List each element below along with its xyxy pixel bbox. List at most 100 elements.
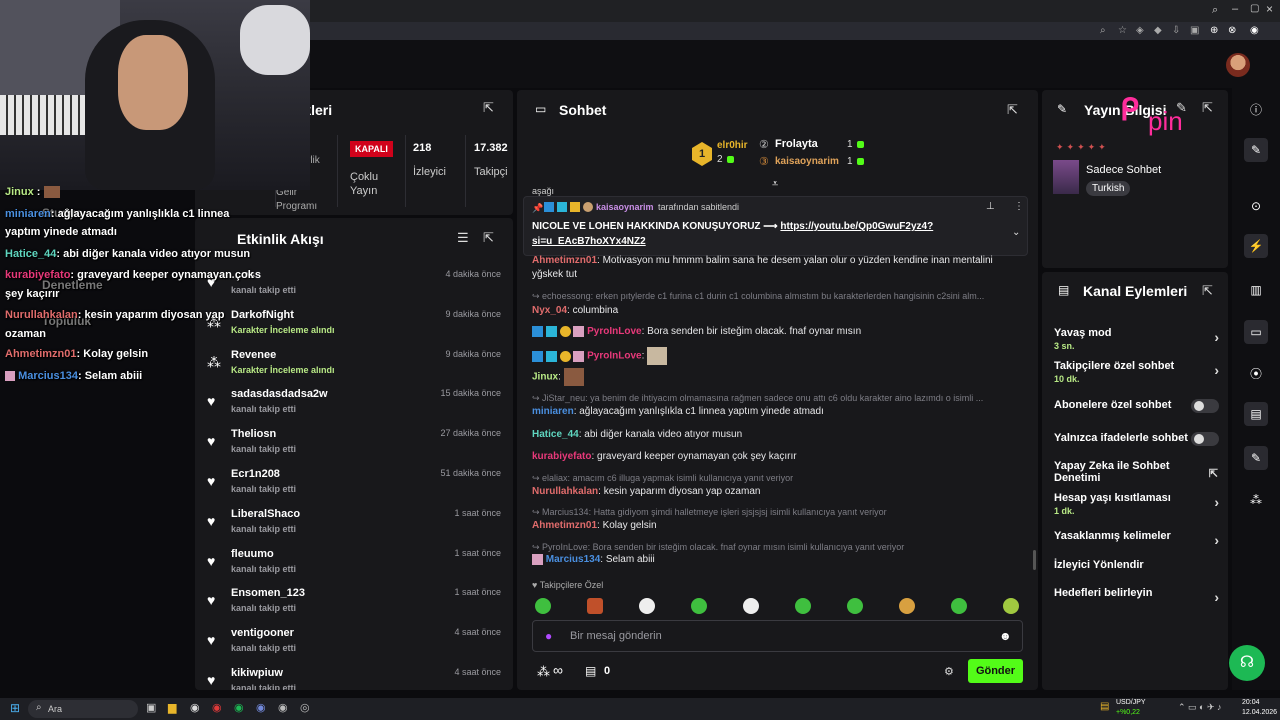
emote-only-toggle[interactable]	[1191, 432, 1219, 446]
broadcast-icon[interactable]: ⦿	[1244, 362, 1268, 386]
emote-icon[interactable]	[951, 598, 967, 614]
emote-icon[interactable]	[847, 598, 863, 614]
goals-item[interactable]: Hedefleri belirleyin ›	[1054, 587, 1219, 605]
emote-icon[interactable]	[639, 598, 655, 614]
chat-username[interactable]: Ahmetimzn01	[532, 255, 597, 266]
chat-username[interactable]: Jinux	[532, 372, 558, 383]
edit-icon[interactable]: ✎	[1244, 138, 1268, 162]
banned-words-item[interactable]: Yasaklanmış kelimeler ›	[1054, 530, 1219, 548]
popout-icon[interactable]: ⇱	[483, 230, 494, 246]
popout-icon[interactable]: ⇱	[1202, 100, 1213, 116]
chat-username[interactable]: Hatice_44	[532, 429, 579, 440]
extension-icon[interactable]: ⊕	[1210, 25, 1218, 36]
emote-icon[interactable]	[795, 598, 811, 614]
chat-icon[interactable]: ▭	[1244, 320, 1268, 344]
chat-username[interactable]: Nyx_04	[532, 305, 567, 316]
maximize-icon[interactable]: ▢	[1250, 3, 1259, 14]
spotify-icon[interactable]: ◉	[234, 701, 244, 714]
search-icon[interactable]: ⌕	[1212, 4, 1218, 17]
community-icon[interactable]: ⁂	[1244, 488, 1268, 512]
chat-username[interactable]: Ahmetimzn01	[532, 520, 597, 531]
activity-username[interactable]: Ensomen_123	[231, 587, 305, 599]
wrench-icon[interactable]: ✎	[1244, 446, 1268, 470]
scrollbar[interactable]	[1033, 550, 1036, 570]
subscribers-only-toggle[interactable]	[1191, 399, 1219, 413]
bookmark-icon[interactable]: ☆	[1118, 25, 1127, 36]
chat-username[interactable]: kurabiyefato	[532, 451, 591, 462]
close-icon[interactable]: ×	[1266, 2, 1273, 16]
microphone-icon[interactable]: ●	[545, 629, 552, 643]
collapse-icon[interactable]: ⩡	[772, 178, 778, 191]
app-icon[interactable]: ◎	[300, 701, 310, 714]
chat-username[interactable]: Marcius134	[546, 554, 600, 565]
more-icon[interactable]: ⋮	[1014, 201, 1024, 212]
pinned-by-name[interactable]: kaisaoynarim	[596, 202, 654, 212]
steam-icon[interactable]: ◉	[278, 701, 288, 714]
popout-icon[interactable]: ⇱	[483, 100, 494, 116]
emote-icon[interactable]	[691, 598, 707, 614]
discord-icon[interactable]: ◉	[256, 701, 266, 714]
focus-icon[interactable]: ⊙	[1244, 194, 1268, 218]
chat-input[interactable]: ● Bir mesaj gönderin ☻	[532, 620, 1023, 652]
info-icon[interactable]: ⓘ	[1244, 98, 1268, 122]
popout-icon[interactable]: ⇱	[1007, 102, 1018, 118]
raid-item[interactable]: İzleyici Yönlendir	[1054, 559, 1219, 571]
extension-icon[interactable]: ◆	[1154, 25, 1162, 36]
extension-icon[interactable]: ▣	[1190, 25, 1199, 36]
activity-username[interactable]: Ecr1n208	[231, 468, 280, 480]
zoom-icon[interactable]: ⌕	[1100, 25, 1106, 36]
chevron-down-icon[interactable]: ⌄	[1012, 227, 1020, 238]
category-name[interactable]: Sadece Sohbet	[1086, 164, 1161, 176]
task-view-icon[interactable]: ▣	[146, 701, 156, 714]
activity-username[interactable]: fleuumo	[231, 548, 274, 560]
actions-icon[interactable]: ▤	[1244, 402, 1268, 426]
filter-icon[interactable]: ☰	[457, 230, 469, 246]
extension-icon[interactable]: ⊗	[1228, 25, 1236, 36]
top-gifter-name[interactable]: elr0hir	[717, 140, 748, 151]
ai-moderation-item[interactable]: Yapay Zeka ile Sohbet Denetimi ⇱	[1054, 460, 1218, 484]
followers-only-item[interactable]: Takipçilere özel sohbet 10 dk. ›	[1054, 360, 1219, 384]
popout-icon[interactable]: ⇱	[1202, 283, 1213, 299]
activity-username[interactable]: kikiwpiuw	[231, 667, 283, 679]
address-bar[interactable]: ⌕ ☆ ◈ ◆ ⇩ ▣ ⊕ ⊗ ◉	[310, 22, 1280, 40]
send-button[interactable]: Gönder	[968, 659, 1023, 683]
extension-icon[interactable]: ◈	[1136, 25, 1144, 36]
browser-icon[interactable]: ◉	[212, 701, 222, 714]
emote-icon[interactable]	[1003, 598, 1019, 614]
emote-icon[interactable]	[743, 598, 759, 614]
emote-icon[interactable]	[899, 598, 915, 614]
emote-icon[interactable]	[535, 598, 551, 614]
unpin-icon[interactable]: ⊥	[986, 201, 995, 212]
tray-icons[interactable]: ⌃ ▭ ◐ ✈ ♪	[1178, 702, 1222, 713]
community-icon[interactable]: ⁂	[537, 664, 550, 680]
minimize-icon[interactable]: –	[1232, 3, 1238, 15]
multistream-label[interactable]: Çoklu Yayın	[350, 170, 400, 198]
top-gifter-name[interactable]: kaisaoynarim	[775, 156, 839, 167]
activity-username[interactable]: LiberalShaco	[231, 508, 300, 520]
slow-mode-item[interactable]: Yavaş mod 3 sn. ›	[1054, 327, 1219, 351]
headset-icon[interactable]: ☊	[1229, 645, 1265, 681]
chat-username[interactable]: PyroInLove	[587, 351, 641, 362]
emoji-icon[interactable]: ☻	[999, 629, 1012, 643]
account-age-item[interactable]: Hesap yaşı kısıtlaması 1 dk. ›	[1054, 492, 1219, 516]
profile-icon[interactable]: ◉	[1250, 25, 1259, 36]
document-icon[interactable]: ▥	[1244, 278, 1268, 302]
activity-username[interactable]: sadasdasdadsa2w	[231, 388, 328, 400]
chat-username[interactable]: Nurullahkalan	[532, 486, 598, 497]
activity-username[interactable]: ventigooner	[231, 627, 294, 639]
category-thumbnail[interactable]	[1053, 160, 1079, 194]
avatar[interactable]	[1226, 53, 1250, 77]
chat-username[interactable]: PyroInLove	[587, 326, 641, 337]
gift-icon[interactable]: ▤	[585, 664, 596, 678]
chat-username[interactable]: miniaren	[532, 406, 574, 417]
app-icon[interactable]: ◉	[190, 701, 200, 714]
lightning-icon[interactable]: ⚡	[1244, 234, 1268, 258]
taskbar-search[interactable]: ⌕ Ara	[28, 700, 138, 718]
file-explorer-icon[interactable]: ▆	[168, 701, 176, 714]
top-gifter-name[interactable]: Frolayta	[775, 138, 818, 150]
activity-username[interactable]: Theliosn	[231, 428, 276, 440]
windows-start-icon[interactable]: ⊞	[10, 701, 20, 715]
emote-icon[interactable]	[587, 598, 603, 614]
download-icon[interactable]: ⇩	[1172, 25, 1180, 36]
settings-icon[interactable]: ⚙	[944, 665, 954, 678]
